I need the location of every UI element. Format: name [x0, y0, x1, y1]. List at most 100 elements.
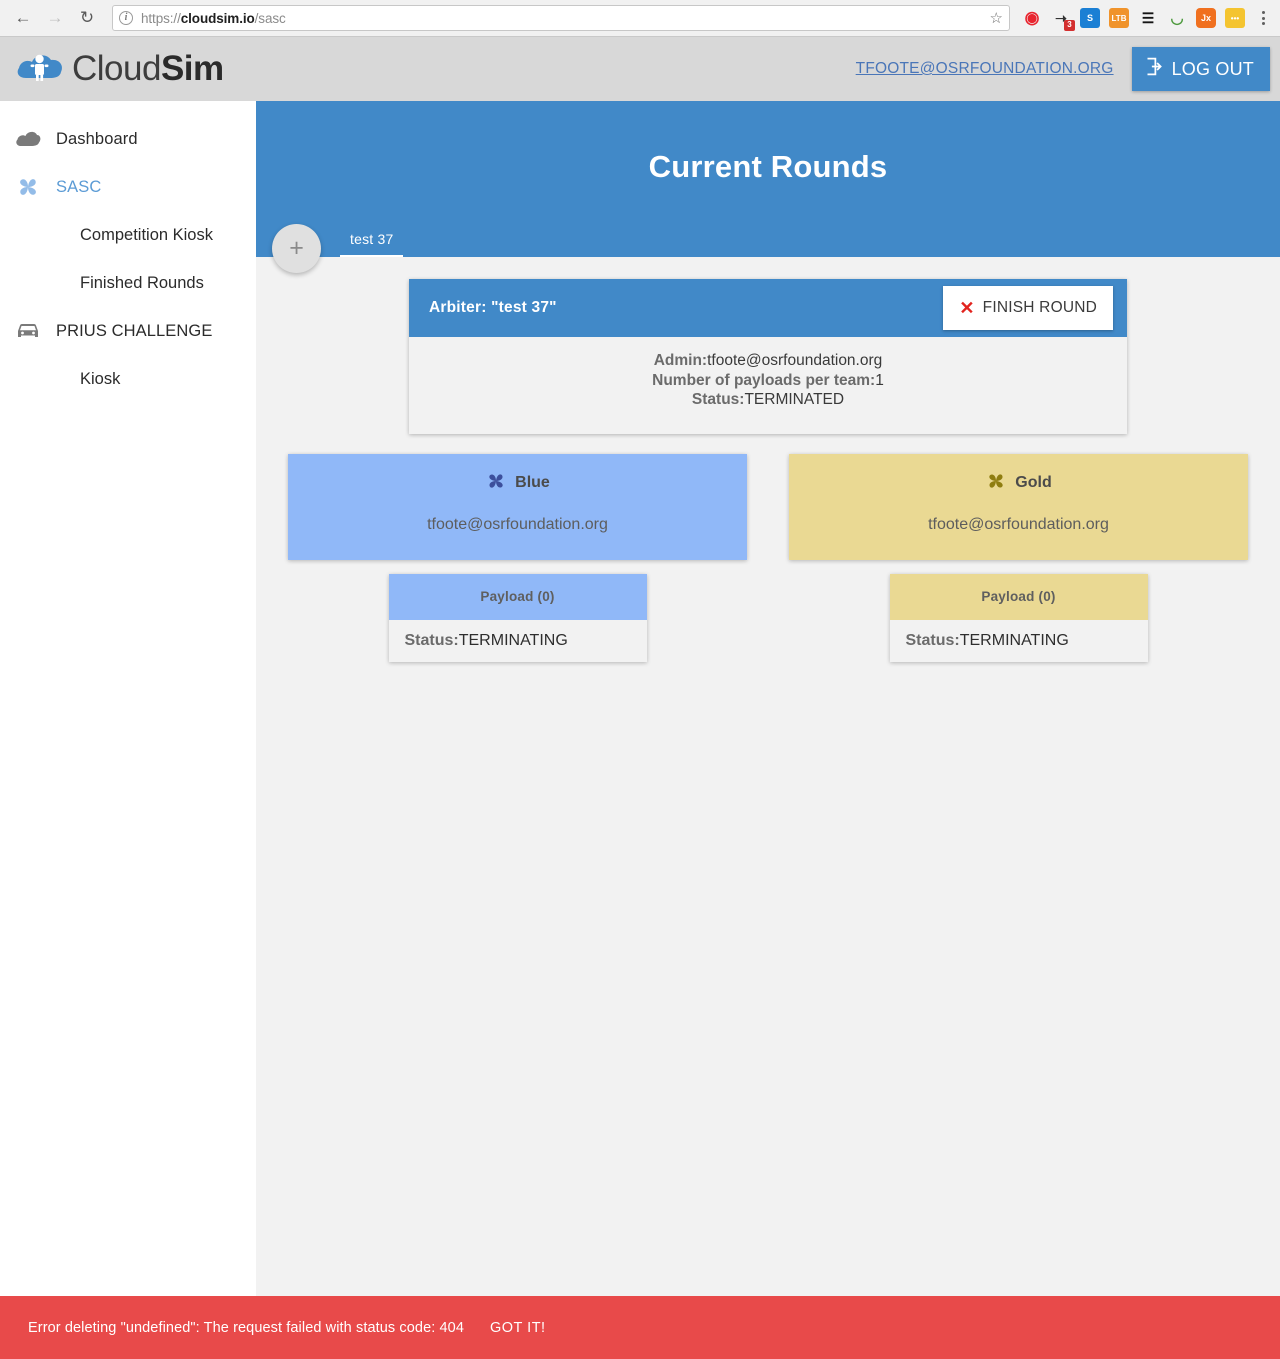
payload-card-body: Status: TERMINATING — [389, 620, 647, 662]
arbiter-field-value: tfoote@osrfoundation.org — [707, 352, 883, 369]
team-card-gold: Gold tfoote@osrfoundation.org — [789, 453, 1248, 560]
back-arrow-icon[interactable]: ← — [8, 3, 38, 33]
logout-label: LOG OUT — [1171, 58, 1254, 79]
url-text: https://cloudsim.io/sasc — [141, 11, 286, 26]
forward-arrow-icon[interactable]: → — [40, 3, 70, 33]
url-scheme: https:// — [141, 10, 181, 26]
reload-icon[interactable]: ↻ — [72, 3, 102, 33]
jx-extension-icon[interactable]: Jx — [1196, 8, 1216, 28]
page-title: Current Rounds — [648, 149, 888, 184]
arbiter-field-label: Number of payloads per team: — [652, 371, 876, 389]
arbiter-field-admin: Admin:tfoote@osrfoundation.org — [409, 351, 1127, 371]
arbiter-card: Arbiter: "test 37" ✕ FINISH ROUND Admin:… — [409, 279, 1127, 434]
star-icon[interactable]: ☆ — [990, 9, 1003, 27]
brand[interactable]: CloudSim — [14, 48, 224, 91]
ltb-extension-icon[interactable]: LTB — [1109, 8, 1129, 28]
sidebar-item-label: PRIUS CHALLENGE — [56, 321, 213, 340]
payload-card-gold: Payload (0) Status: TERMINATING — [889, 573, 1148, 662]
arbiter-title: Arbiter: "test 37" — [429, 299, 557, 316]
brand-bold-text: Sim — [160, 49, 224, 88]
extension-badge-count: 3 — [1064, 20, 1075, 31]
payload-card-header[interactable]: Payload (0) — [889, 573, 1148, 620]
arbiter-field-payloads: Number of payloads per team:1 — [409, 371, 1127, 391]
sidebar-item-prius-challenge[interactable]: PRIUS CHALLENGE — [0, 307, 256, 355]
pinwheel-icon — [485, 470, 507, 497]
app-body: Dashboard SASC Competition Kiosk Finishe… — [0, 101, 1280, 1297]
add-round-button[interactable]: + — [272, 224, 321, 273]
sidebar: Dashboard SASC Competition Kiosk Finishe… — [0, 101, 256, 1297]
close-x-icon: ✕ — [959, 298, 975, 318]
pinwheel-icon — [985, 470, 1007, 497]
arbiter-card-body: Admin:tfoote@osrfoundation.org Number of… — [409, 337, 1127, 434]
sidebar-item-label: Dashboard — [56, 129, 138, 148]
sidebar-item-finished-rounds[interactable]: Finished Rounds — [0, 259, 256, 307]
shield-extension-icon[interactable]: ◉ — [1022, 8, 1042, 28]
snackbar-message: Error deleting "undefined": The request … — [28, 1319, 464, 1336]
arbiter-field-value: TERMINATED — [744, 391, 845, 408]
sidebar-item-kiosk[interactable]: Kiosk — [0, 355, 256, 403]
brand-light-text: Cloud — [72, 49, 161, 88]
teams-row: Blue tfoote@osrfoundation.org Payload (0… — [256, 453, 1280, 662]
payload-status-label: Status: — [905, 631, 960, 649]
user-email-link[interactable]: TFOOTE@OSRFOUNDATION.ORG — [856, 60, 1114, 78]
tab-strip: test 37 — [256, 211, 1280, 257]
page-header: Current Rounds test 37 + — [256, 101, 1280, 273]
payload-card-header[interactable]: Payload (0) — [388, 573, 647, 620]
sidebar-item-label: Competition Kiosk — [80, 225, 213, 244]
sidebar-item-dashboard[interactable]: Dashboard — [0, 115, 256, 163]
arbiter-field-label: Admin: — [653, 352, 708, 369]
database-extension-icon[interactable]: ☰ — [1138, 8, 1158, 28]
url-path: /sasc — [254, 10, 286, 26]
payload-status-value: TERMINATING — [959, 631, 1069, 649]
sidebar-item-label: Kiosk — [80, 369, 121, 388]
sidebar-item-competition-kiosk[interactable]: Competition Kiosk — [0, 211, 256, 259]
team-card-blue: Blue tfoote@osrfoundation.org — [288, 453, 747, 560]
url-host: cloudsim.io — [180, 10, 255, 26]
brand-title: CloudSim — [72, 49, 224, 89]
team-column-blue: Blue tfoote@osrfoundation.org Payload (0… — [288, 453, 747, 662]
payload-card-blue: Payload (0) Status: TERMINATING — [388, 573, 647, 662]
team-name-row: Blue — [288, 470, 747, 497]
dots-extension-icon[interactable]: ••• — [1225, 8, 1245, 28]
sidebar-item-label: SASC — [56, 177, 102, 196]
browser-toolbar: ← → ↻ i https://cloudsim.io/sasc ☆ ◉ ➝ 3 … — [0, 0, 1280, 37]
extension-tray: ◉ ➝ 3 S LTB ☰ ◡ Jx ••• — [1018, 8, 1272, 31]
finish-round-label: FINISH ROUND — [982, 299, 1097, 316]
sidebar-item-sasc[interactable]: SASC — [0, 163, 256, 211]
rainbow-extension-icon[interactable]: ◡ — [1167, 8, 1187, 28]
pinwheel-icon — [14, 173, 42, 201]
error-snackbar: Error deleting "undefined": The request … — [0, 1296, 1280, 1359]
header-actions: TFOOTE@OSRFOUNDATION.ORG LOG OUT — [856, 47, 1270, 91]
plus-icon: + — [289, 234, 304, 262]
app-header: CloudSim TFOOTE@OSRFOUNDATION.ORG LOG OU… — [0, 37, 1280, 101]
team-name-label: Gold — [1015, 474, 1052, 491]
arbiter-field-status: Status:TERMINATED — [409, 390, 1127, 410]
team-name-label: Blue — [515, 474, 550, 491]
sneaker-extension-icon[interactable]: ➝ 3 — [1051, 8, 1075, 31]
rounds-area: Arbiter: "test 37" ✕ FINISH ROUND Admin:… — [256, 257, 1280, 662]
sidebar-item-label: Finished Rounds — [80, 273, 204, 292]
car-icon — [14, 317, 42, 345]
arbiter-field-label: Status: — [691, 391, 745, 408]
finish-round-button[interactable]: ✕ FINISH ROUND — [943, 286, 1113, 330]
kebab-menu-icon[interactable] — [1254, 11, 1272, 25]
arbiter-field-value: 1 — [875, 371, 884, 389]
payload-status-label: Status: — [404, 631, 459, 649]
logout-button[interactable]: LOG OUT — [1131, 47, 1270, 91]
tab-test-37[interactable]: test 37 — [332, 231, 411, 257]
team-column-gold: Gold tfoote@osrfoundation.org Payload (0… — [789, 453, 1248, 662]
team-email: tfoote@osrfoundation.org — [427, 515, 608, 533]
team-email: tfoote@osrfoundation.org — [928, 515, 1109, 533]
logout-icon — [1144, 56, 1165, 82]
cloudsim-logo-icon — [14, 48, 66, 91]
team-name-row: Gold — [789, 470, 1248, 497]
arbiter-card-header: Arbiter: "test 37" ✕ FINISH ROUND — [409, 279, 1127, 337]
address-bar[interactable]: i https://cloudsim.io/sasc ☆ — [112, 5, 1010, 31]
cloud-icon — [14, 125, 42, 153]
info-icon[interactable]: i — [119, 11, 133, 25]
snackbar-dismiss-button[interactable]: GOT IT! — [490, 1320, 546, 1336]
payload-status-value: TERMINATING — [458, 631, 568, 649]
payload-card-body: Status: TERMINATING — [890, 620, 1148, 662]
s-extension-icon[interactable]: S — [1080, 8, 1100, 28]
main-content: Current Rounds test 37 + Arbiter: "test … — [256, 101, 1280, 1297]
